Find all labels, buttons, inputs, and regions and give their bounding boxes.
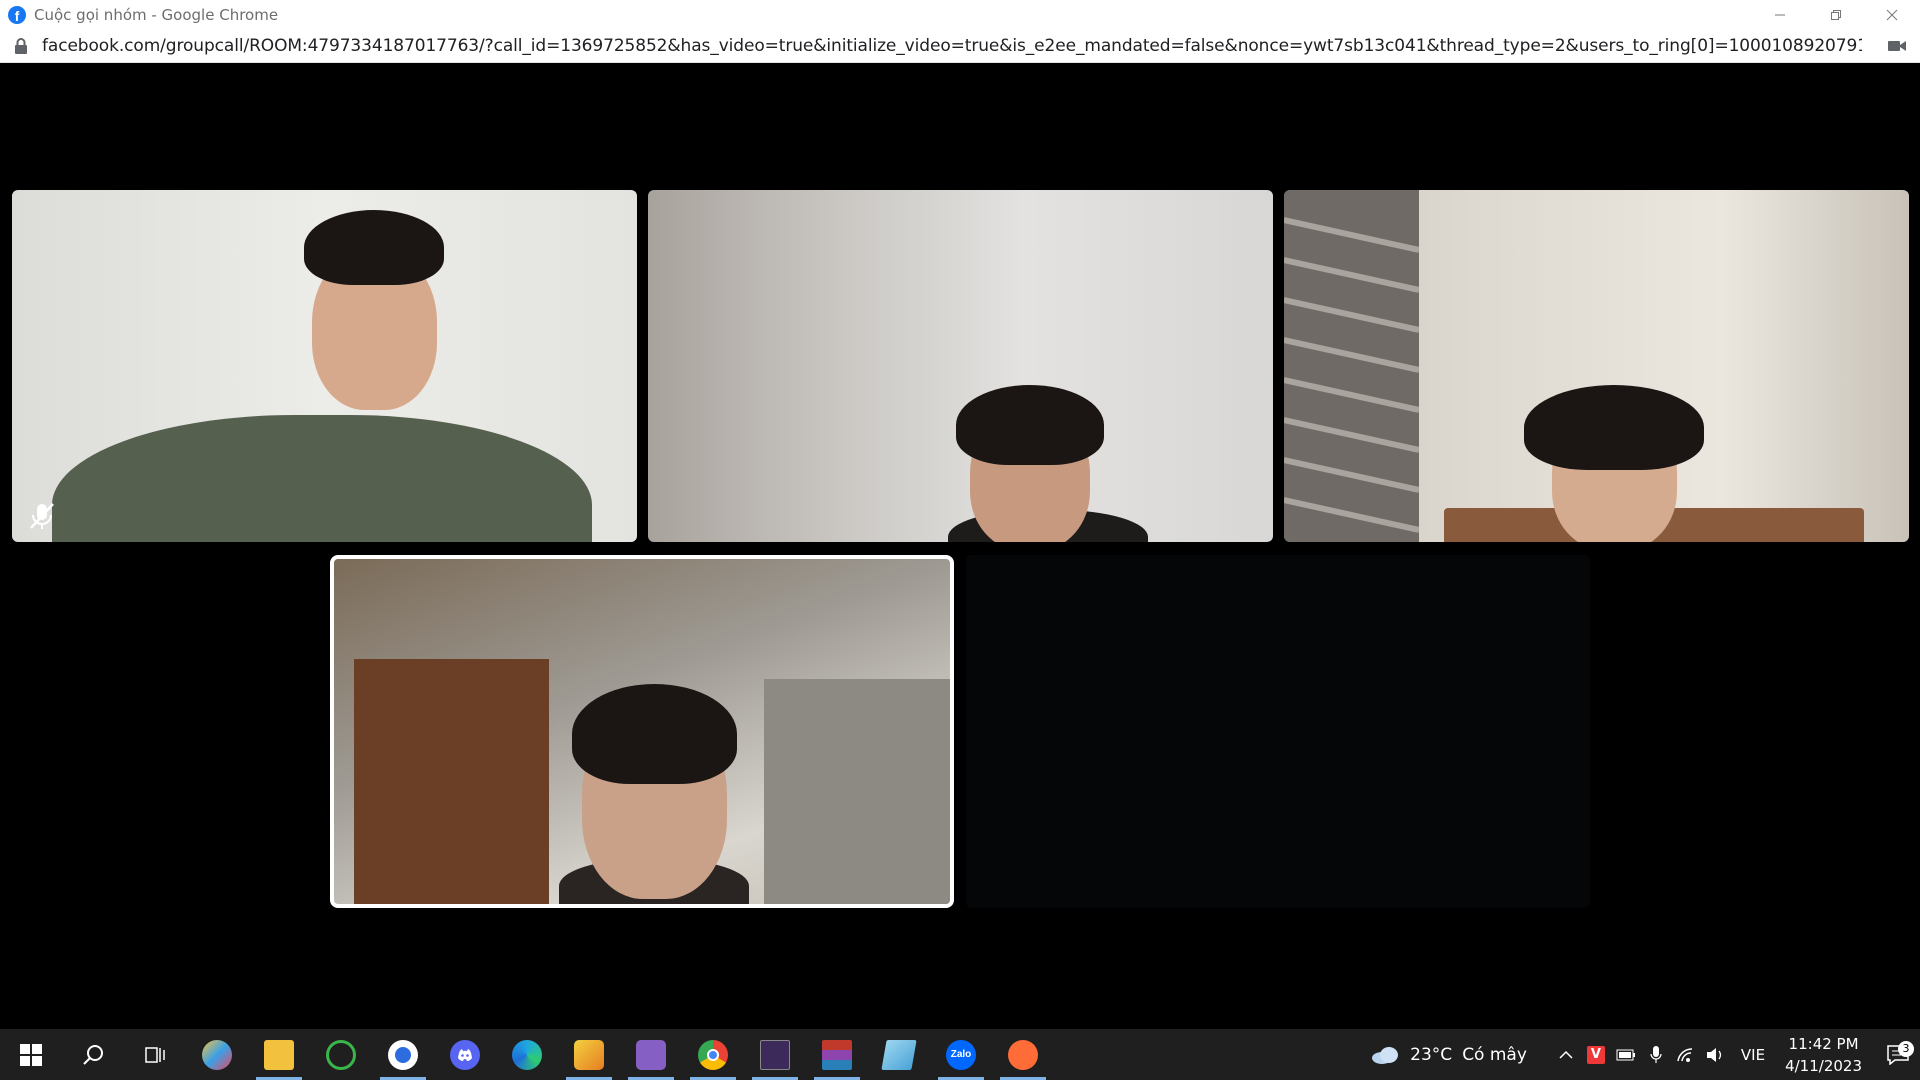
restore-button[interactable] [1808, 0, 1864, 29]
app[interactable] [372, 1029, 434, 1080]
snipping-tool-app[interactable] [558, 1029, 620, 1080]
participant-video-1[interactable] [12, 190, 637, 542]
vivaldi-tray-icon[interactable]: V [1581, 1045, 1611, 1064]
visual-studio-icon [636, 1039, 666, 1070]
system-tray: 23°C Có mây V VIE 11:42 PM 4/11/2023 3 [1370, 1029, 1920, 1080]
task-view-icon [145, 1046, 165, 1063]
start-icon [20, 1043, 42, 1066]
participant-hair [572, 684, 737, 784]
microphone-icon[interactable] [1641, 1045, 1671, 1064]
camera-in-use-icon[interactable] [1888, 39, 1906, 58]
volume-icon[interactable] [1701, 1047, 1731, 1063]
url-text[interactable]: facebook.com/groupcall/ROOM:479733418701… [42, 36, 1862, 56]
minimize-button[interactable] [1752, 0, 1808, 29]
participant-video-5[interactable] [966, 555, 1590, 908]
participant-hair [956, 385, 1104, 465]
show-hidden-icons-button[interactable] [1551, 1050, 1581, 1060]
cloud-icon [1372, 1046, 1399, 1064]
visual-studio-app[interactable] [620, 1029, 682, 1080]
terminal-icon [760, 1039, 790, 1070]
window-title-bar: f Cuộc gọi nhóm - Google Chrome [0, 0, 1920, 29]
microphone-muted-icon [26, 500, 58, 532]
snipping-tool-icon [574, 1039, 604, 1070]
winrar-app[interactable] [806, 1029, 868, 1080]
close-icon [1886, 9, 1898, 20]
task-view-button[interactable] [124, 1029, 186, 1080]
action-center-button[interactable]: 3 [1876, 1040, 1920, 1065]
input-language[interactable]: VIE [1741, 1046, 1765, 1064]
refresh-app-icon [326, 1039, 356, 1070]
postman-app[interactable] [992, 1029, 1054, 1080]
file-explorer-icon [264, 1039, 294, 1070]
facebook-icon: f [8, 5, 26, 24]
edge-dev-icon [512, 1039, 542, 1070]
participant-hair [1524, 385, 1704, 470]
wifi-icon[interactable] [1671, 1047, 1701, 1063]
group-call-area [0, 63, 1920, 1029]
start-button[interactable] [0, 1029, 62, 1080]
notepad-icon [881, 1039, 917, 1070]
notification-count: 3 [1898, 1040, 1914, 1057]
windows-taskbar: Zalo 23°C Có mây V VIE 11:42 PM 4/11/202… [0, 1029, 1920, 1080]
paint-icon [202, 1039, 232, 1070]
lock-icon[interactable] [14, 37, 28, 54]
chrome-app[interactable] [682, 1029, 744, 1080]
zalo-icon: Zalo [946, 1039, 976, 1070]
clock[interactable]: 11:42 PM 4/11/2023 [1785, 1033, 1862, 1077]
window-frame [764, 679, 950, 904]
self-view-video[interactable] [330, 555, 954, 908]
participant-hair [304, 210, 444, 285]
chrome-icon [698, 1039, 728, 1070]
terminal-app[interactable] [744, 1029, 806, 1080]
participant-video-2[interactable] [648, 190, 1273, 542]
clock-date: 4/11/2023 [1785, 1056, 1862, 1075]
window-title: Cuộc gọi nhóm - Google Chrome [34, 5, 279, 24]
refresh-app[interactable] [310, 1029, 372, 1080]
notepad-app[interactable] [868, 1029, 930, 1080]
restore-icon [1831, 9, 1841, 20]
edge-dev-app[interactable] [496, 1029, 558, 1080]
battery-icon[interactable] [1611, 1049, 1641, 1061]
winrar-icon [822, 1039, 852, 1070]
paint-app[interactable] [186, 1029, 248, 1080]
weather-temperature: 23°C [1410, 1044, 1453, 1065]
discord-icon [450, 1039, 480, 1070]
minimize-icon [1775, 14, 1785, 15]
discord-app[interactable] [434, 1029, 496, 1080]
clock-time: 11:42 PM [1788, 1034, 1859, 1053]
participant-video-3[interactable] [1284, 190, 1909, 542]
search-icon [83, 1044, 103, 1065]
chevron-up-icon [1559, 1050, 1573, 1059]
wardrobe [354, 659, 549, 904]
participant-body [52, 415, 592, 542]
zalo-app[interactable]: Zalo [930, 1029, 992, 1080]
weather-condition: Có mây [1462, 1044, 1527, 1065]
window-controls [1752, 0, 1920, 29]
weather-widget[interactable]: 23°C Có mây [1370, 1045, 1527, 1065]
postman-icon [1008, 1039, 1038, 1070]
file-explorer-app[interactable] [248, 1029, 310, 1080]
close-button[interactable] [1864, 0, 1920, 29]
search-button[interactable] [62, 1029, 124, 1080]
address-bar[interactable]: facebook.com/groupcall/ROOM:479733418701… [0, 29, 1920, 63]
window-grille [1284, 190, 1420, 542]
app-icon [388, 1039, 418, 1070]
